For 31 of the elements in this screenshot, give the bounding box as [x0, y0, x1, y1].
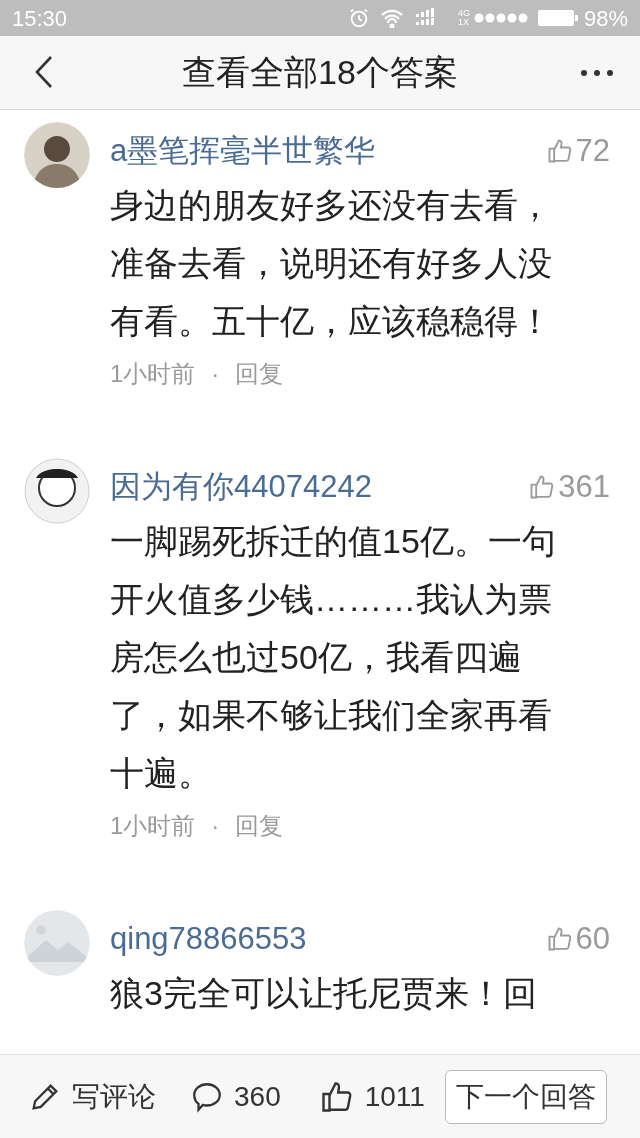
comment-text: 狼3完全可以让托尼贾来！回 [110, 973, 538, 1014]
page-title: 查看全部18个答案 [182, 52, 458, 93]
avatar[interactable] [24, 122, 90, 188]
comment-text: 身边的朋友好多还没有去看，准备去看，说明还有好多人没有看。五十亿，应该稳稳得！ [110, 185, 553, 342]
write-comment-button[interactable]: 写评论 [28, 1075, 156, 1118]
like-count[interactable]: 361 [528, 463, 610, 511]
comment-text: 一脚踢死拆迁的值15亿。一句开火值多少钱………我认为票房怎么也过50亿，我看四遍了，如果不够让我们全家再看十遍。 [110, 521, 556, 794]
username[interactable]: a墨笔挥毫半世繁华 [110, 127, 376, 175]
separator-dot: · [211, 811, 220, 841]
like-button[interactable]: 1011 [318, 1075, 425, 1118]
reply-link[interactable]: 回复 [235, 356, 284, 392]
status-time: 15:30 [12, 4, 68, 33]
back-icon [34, 55, 54, 89]
network-type: 1X [457, 18, 470, 27]
username[interactable]: 因为有你44074242 [110, 463, 372, 511]
more-icon [580, 69, 614, 77]
like-count[interactable]: 72 [545, 127, 610, 175]
wifi-icon [379, 8, 404, 28]
network-type: 4G [457, 9, 470, 18]
next-answer-button[interactable]: 下一个回答 [444, 1069, 607, 1124]
comment-time: 1小时前 [110, 811, 196, 841]
username[interactable]: qing78866553 [110, 915, 307, 963]
comments-button[interactable]: 360 [190, 1075, 281, 1118]
reply-link[interactable]: 回复 [235, 808, 284, 844]
comment-time: 1小时前 [110, 359, 196, 389]
avatar[interactable] [24, 458, 90, 524]
like-count[interactable]: 60 [545, 915, 610, 963]
battery-level: 98% [583, 4, 628, 33]
battery-icon [537, 10, 578, 26]
separator-dot: · [211, 359, 220, 389]
signal-dots-icon [473, 12, 528, 24]
